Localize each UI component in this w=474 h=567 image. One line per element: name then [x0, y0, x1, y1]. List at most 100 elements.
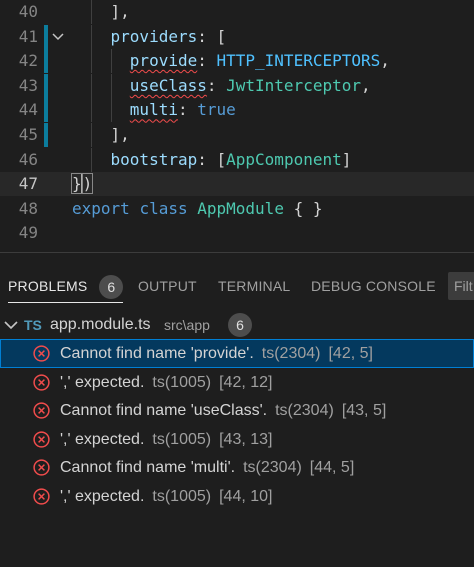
code-text: multi: true	[72, 98, 236, 122]
code-text: bootstrap: [AppComponent]	[72, 148, 352, 172]
code-text: providers: [	[72, 25, 227, 49]
code-token: useClass	[129, 75, 207, 95]
code-line[interactable]: 41 providers: [	[0, 24, 474, 49]
problem-item[interactable]: ',' expected. ts(1005) [43, 13]	[0, 425, 474, 454]
problem-item[interactable]: Cannot find name 'multi'. ts(2304) [44, 5]	[0, 453, 474, 482]
code-text: useClass: JwtInterceptor,	[72, 74, 371, 98]
problem-code: ts(1005)	[152, 373, 212, 391]
error-circle-x-icon	[33, 488, 50, 505]
problem-message: Cannot find name 'useClass'.	[60, 402, 268, 420]
filter-input[interactable]: Filt	[448, 272, 474, 300]
error-circle-x-icon	[33, 431, 50, 448]
code-line[interactable]: 46 bootstrap: [AppComponent]	[0, 147, 474, 172]
code-token: multi	[129, 100, 178, 120]
problem-position: [44, 10]	[219, 488, 273, 505]
line-number: 43	[18, 75, 38, 95]
problem-code: ts(2304)	[261, 345, 321, 362]
code-line[interactable]: 48 export class AppModule { }	[0, 197, 474, 221]
line-number: 45	[18, 125, 38, 144]
error-circle-x-icon	[33, 373, 50, 391]
line-number: 49	[18, 223, 38, 243]
problem-position: [44, 5]	[309, 459, 355, 477]
tab-output-label: OUTPUT	[138, 278, 197, 294]
problem-position: [42, 12]	[219, 373, 273, 391]
indent-guide	[110, 73, 112, 98]
code-line[interactable]: 49	[0, 221, 474, 245]
modified-line-indicator	[44, 49, 48, 74]
code-editor[interactable]: 40 ], 41 providers: [42 provide: HTTP_INT…	[0, 0, 474, 252]
indent-guide	[91, 147, 93, 172]
typescript-file-icon: TS	[24, 317, 42, 333]
problem-message: ',' expected.	[60, 430, 145, 448]
chevron-down-icon[interactable]	[4, 321, 18, 330]
problem-item[interactable]: ',' expected. ts(1005) [44, 10]	[0, 482, 474, 511]
problem-message-group: Cannot find name 'useClass'. ts(2304) [43,…	[60, 396, 386, 425]
problem-file-group[interactable]: TS app.module.ts src\app 6	[0, 311, 474, 339]
problem-code: ts(2304)	[243, 459, 302, 477]
code-line[interactable]: 45 ],	[0, 123, 474, 147]
modified-line-indicator	[44, 98, 48, 123]
tab-problems-label: PROBLEMS	[8, 278, 88, 294]
code-token: :	[177, 100, 198, 120]
code-line[interactable]: 47})	[0, 172, 474, 197]
tab-terminal[interactable]: TERMINAL	[218, 271, 290, 301]
code-token: )	[81, 173, 94, 195]
problem-message: ',' expected.	[60, 373, 145, 391]
code-token: AppModule	[197, 198, 284, 218]
code-token: :	[197, 51, 217, 71]
line-number: 41	[18, 26, 38, 46]
code-token: export	[72, 198, 130, 218]
tab-debug-console[interactable]: DEBUG CONSOLE	[311, 271, 436, 301]
problem-position: [43, 13]	[219, 430, 273, 448]
code-token: bootstrap	[110, 149, 198, 169]
problem-code: ts(1005)	[152, 488, 212, 505]
problem-message: Cannot find name 'provide'.	[60, 345, 254, 362]
line-number: 47	[18, 174, 38, 194]
file-name: app.module.ts	[50, 316, 151, 333]
indent-guide	[91, 49, 93, 74]
indent-guide	[110, 98, 112, 123]
tab-output[interactable]: OUTPUT	[138, 271, 197, 301]
problem-item[interactable]: ',' expected. ts(1005) [42, 12]	[0, 368, 474, 397]
indent-guide	[91, 24, 93, 49]
problem-message: ',' expected.	[60, 488, 145, 505]
code-token: class	[139, 198, 188, 218]
problem-message-group: Cannot find name 'multi'. ts(2304) [44, 5]	[60, 453, 354, 482]
tab-problems[interactable]: PROBLEMS 6	[8, 271, 124, 303]
code-token: provide	[129, 51, 198, 71]
code-token: : [	[197, 26, 227, 46]
problem-message-group: ',' expected. ts(1005) [42, 12]	[60, 368, 272, 397]
code-token: AppComponent	[226, 149, 342, 169]
modified-line-indicator	[44, 123, 48, 147]
code-line[interactable]: 44 multi: true	[0, 98, 474, 123]
line-number: 46	[18, 149, 38, 169]
modified-line-indicator	[44, 73, 48, 98]
code-token: ],	[110, 2, 130, 21]
file-path: src\app	[164, 317, 210, 333]
code-token: true	[197, 100, 236, 120]
indent-guide	[91, 0, 93, 24]
problem-item[interactable]: Cannot find name 'useClass'. ts(2304) [43,…	[0, 396, 474, 425]
problem-message-group: Cannot find name 'provide'. ts(2304) [42, …	[60, 339, 373, 368]
code-text: ],	[72, 0, 130, 24]
tab-terminal-label: TERMINAL	[218, 278, 291, 294]
code-token: ]	[341, 149, 352, 169]
code-line[interactable]: 42 provide: HTTP_INTERCEPTORS,	[0, 49, 474, 74]
code-token: :	[206, 75, 227, 95]
indent-guide	[91, 98, 93, 123]
indent-guide	[110, 49, 112, 74]
problem-position: [43, 5]	[341, 402, 387, 420]
problem-code: ts(2304)	[275, 402, 334, 420]
chevron-down-icon[interactable]	[52, 25, 64, 49]
line-number: 42	[18, 51, 38, 71]
code-line[interactable]: 40 ],	[0, 0, 474, 24]
problem-position: [42, 5]	[328, 345, 373, 362]
problem-item[interactable]: Cannot find name 'provide'. ts(2304) [42, …	[0, 339, 474, 368]
code-token: : [	[197, 149, 227, 169]
line-number: 40	[18, 2, 38, 21]
code-line[interactable]: 43 useClass: JwtInterceptor,	[0, 73, 474, 98]
error-circle-x-icon	[33, 459, 50, 477]
panel-tab-bar: PROBLEMS 6 OUTPUT TERMINAL DEBUG CONSOLE	[0, 271, 474, 303]
error-circle-x-icon	[33, 345, 50, 362]
